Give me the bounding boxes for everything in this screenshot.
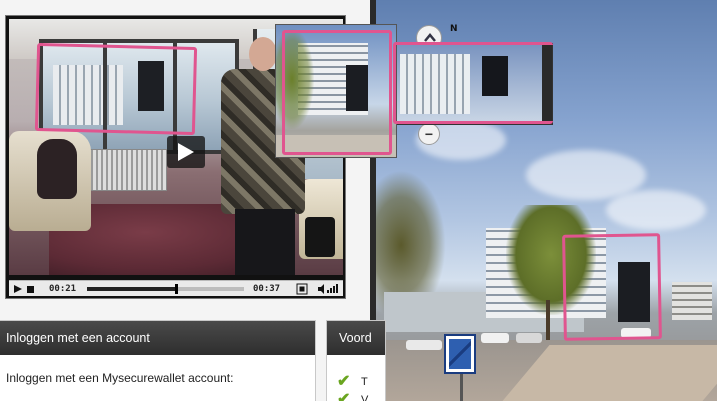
road-sign — [444, 334, 476, 374]
radiator — [87, 149, 167, 191]
building-view — [53, 65, 123, 125]
image-overlay-thumbnail — [275, 24, 397, 158]
cloud — [606, 190, 706, 230]
seated-person — [37, 139, 77, 199]
billboard — [482, 56, 508, 96]
advantages-panel: Voord ✔ T ✔ V — [326, 320, 386, 401]
login-panel-text: Inloggen met een Mysecurewallet account: — [6, 371, 234, 385]
building — [400, 54, 470, 114]
total-time: 00:37 — [253, 284, 281, 294]
player-controls: 00:21 00:37 — [9, 280, 343, 296]
window-mullion — [173, 43, 177, 150]
login-panel: Inloggen met een account Inloggen met ee… — [0, 320, 316, 401]
image-overlay-strip — [393, 43, 553, 125]
distant-building — [672, 282, 712, 320]
advantage-item: T — [361, 376, 368, 388]
screenshot-stage: N − 00:21 00:37 Inloggen met een account… — [0, 0, 717, 401]
play-button[interactable] — [167, 136, 205, 168]
play-icon — [178, 143, 194, 161]
login-panel-header: Inloggen met een account — [0, 321, 315, 355]
bag — [305, 217, 335, 257]
car — [621, 328, 651, 338]
billboard-view — [138, 61, 164, 111]
billboard — [618, 262, 650, 322]
person-legs — [235, 209, 295, 275]
seek-progress — [87, 287, 176, 291]
tree — [506, 205, 596, 315]
window-frame — [542, 44, 552, 124]
fullscreen-icon[interactable] — [296, 283, 308, 295]
car — [481, 333, 509, 343]
volume-icon[interactable] — [317, 283, 341, 295]
play-small-icon[interactable] — [13, 283, 23, 295]
checkmark-icon: ✔ — [337, 373, 351, 390]
advantage-item: V — [361, 394, 369, 401]
advantages-panel-header: Voord — [327, 321, 385, 355]
stop-icon[interactable] — [26, 283, 36, 295]
seek-bar[interactable] — [87, 284, 244, 294]
billboard — [346, 65, 368, 111]
window-mullion — [103, 43, 107, 150]
road — [276, 135, 396, 157]
checkmark-icon: ✔ — [337, 391, 351, 401]
tree — [276, 29, 314, 129]
car — [406, 340, 442, 350]
compass-north-label: N — [450, 24, 458, 34]
car — [516, 333, 542, 343]
seek-handle[interactable] — [175, 284, 178, 294]
person-head — [249, 37, 277, 71]
current-time: 00:21 — [49, 284, 77, 294]
zoom-out-button[interactable]: − — [418, 123, 440, 145]
